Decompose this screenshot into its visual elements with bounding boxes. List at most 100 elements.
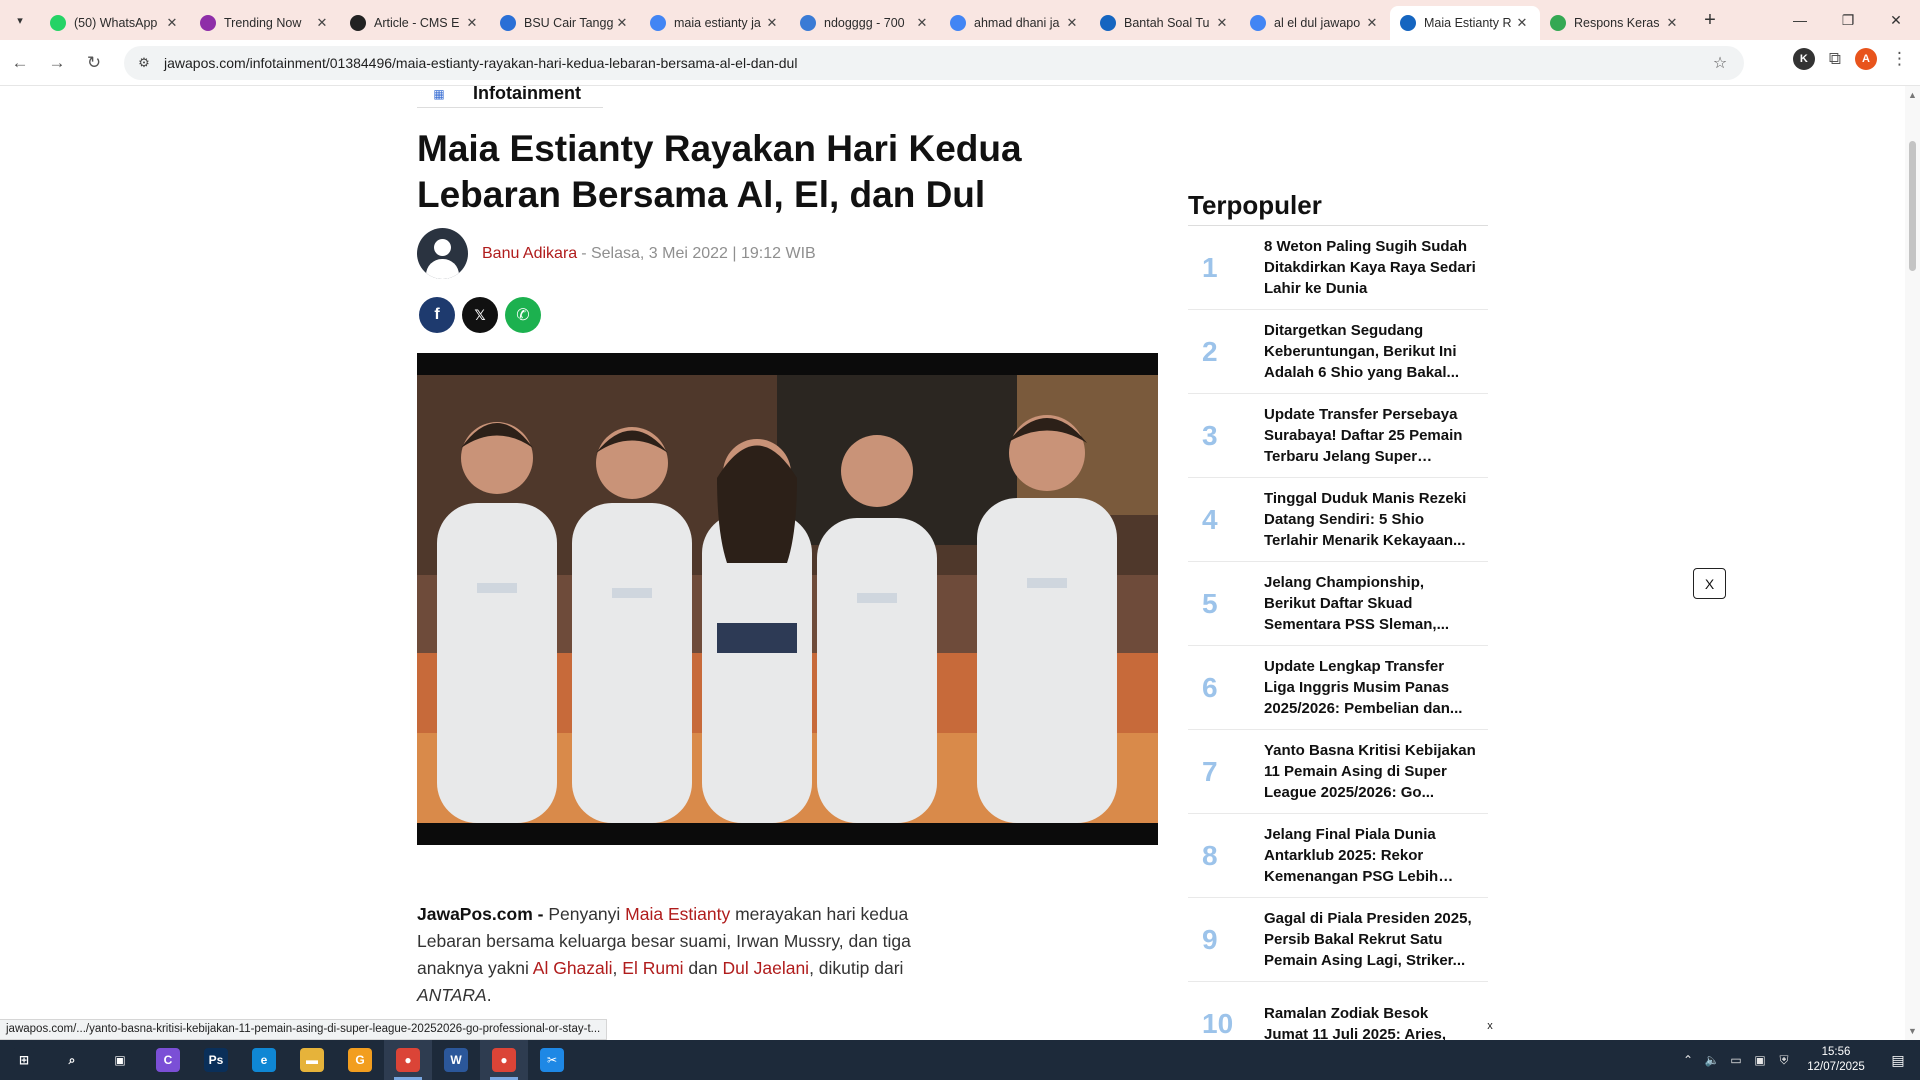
chrome-app[interactable]: ● <box>384 1040 432 1080</box>
tab-close-icon[interactable]: ✕ <box>164 15 180 31</box>
popular-item[interactable]: 10 Ramalan Zodiak Besok Jumat 11 Juli 202… <box>1188 982 1488 1041</box>
new-tab-button[interactable]: + <box>1696 6 1724 34</box>
popular-item[interactable]: 4 Tinggal Duduk Manis Rezeki Datang Sendi… <box>1188 478 1488 562</box>
photoshop-app[interactable]: Ps <box>192 1040 240 1080</box>
share-x-button[interactable]: 𝕏 <box>462 297 498 333</box>
popular-item[interactable]: 9 Gagal di Piala Presiden 2025, Persib Ba… <box>1188 898 1488 982</box>
forward-button[interactable]: → <box>40 46 74 80</box>
copilot-app[interactable]: C <box>144 1040 192 1080</box>
link-al-ghazali[interactable]: Al Ghazali <box>533 958 613 978</box>
popular-item[interactable]: 5 Jelang Championship, Berikut Daftar Sku… <box>1188 562 1488 646</box>
tab-close-icon[interactable]: ✕ <box>914 15 930 31</box>
family-photo-illustration <box>417 353 1158 845</box>
popular-title[interactable]: Update Lengkap Transfer Liga Inggris Mus… <box>1264 656 1488 719</box>
menu-kebab-icon[interactable]: ⋮ <box>1891 49 1908 69</box>
browser-tab[interactable]: maia estianty ja ✕ <box>640 6 790 40</box>
link-el-rumi[interactable]: El Rumi <box>622 958 683 978</box>
back-button[interactable]: ← <box>3 46 37 80</box>
tab-close-icon[interactable]: ✕ <box>314 15 330 31</box>
tab-close-icon[interactable]: ✕ <box>1364 15 1380 31</box>
popular-title[interactable]: Jelang Final Piala Dunia Antarklub 2025:… <box>1264 824 1488 887</box>
popular-title[interactable]: Jelang Championship, Berikut Daftar Skua… <box>1264 572 1488 635</box>
browser-tab[interactable]: BSU Cair Tangg ✕ <box>490 6 640 40</box>
browser-tab[interactable]: Article - CMS E ✕ <box>340 6 490 40</box>
notification-icon[interactable]: ▤ <box>1876 1040 1920 1080</box>
page-scrollbar[interactable]: ▲ ▼ <box>1905 86 1920 1040</box>
network-icon[interactable]: ▭ <box>1724 1040 1748 1080</box>
tab-close-icon[interactable]: ✕ <box>1514 15 1530 31</box>
taskbar-clock[interactable]: 15:56 12/07/2025 <box>1796 1045 1876 1075</box>
word-app[interactable]: W <box>432 1040 480 1080</box>
category-chip[interactable]: ▦ Infotainment <box>417 86 603 108</box>
ad-close-small-button[interactable]: x <box>1482 1018 1498 1034</box>
tab-title: Bantah Soal Tu <box>1124 16 1210 30</box>
task-view[interactable]: ▣ <box>96 1040 144 1080</box>
popular-title[interactable]: Update Transfer Persebaya Surabaya! Daft… <box>1264 404 1488 467</box>
tab-close-icon[interactable]: ✕ <box>614 15 630 31</box>
author-name[interactable]: Banu Adikara <box>482 245 577 263</box>
tab-close-icon[interactable]: ✕ <box>1064 15 1080 31</box>
url-text[interactable]: jawapos.com/infotainment/01384496/maia-e… <box>164 55 1706 71</box>
browser-tab[interactable]: Trending Now ✕ <box>190 6 340 40</box>
tab-close-icon[interactable]: ✕ <box>1214 15 1230 31</box>
file-explorer-app[interactable]: ▬ <box>288 1040 336 1080</box>
snipping-app[interactable]: ✂ <box>528 1040 576 1080</box>
browser-tab[interactable]: Bantah Soal Tu ✕ <box>1090 6 1240 40</box>
source-antara: ANTARA <box>417 985 487 1005</box>
browser-tab[interactable]: ahmad dhani ja ✕ <box>940 6 1090 40</box>
tab-close-icon[interactable]: ✕ <box>764 15 780 31</box>
share-facebook-button[interactable]: f <box>419 297 455 333</box>
edge-app[interactable]: e <box>240 1040 288 1080</box>
popular-title[interactable]: 8 Weton Paling Sugih Sudah Ditakdirkan K… <box>1264 236 1488 299</box>
minimize-button[interactable]: — <box>1776 0 1824 40</box>
browser-tab[interactable]: (50) WhatsApp ✕ <box>40 6 190 40</box>
bookmark-star-icon[interactable]: ☆ <box>1706 53 1734 73</box>
profile-avatar[interactable]: A <box>1855 48 1877 70</box>
browser-tab[interactable]: al el dul jawapo ✕ <box>1240 6 1390 40</box>
popular-rank: 2 <box>1202 335 1218 367</box>
popular-title[interactable]: Tinggal Duduk Manis Rezeki Datang Sendir… <box>1264 488 1488 551</box>
share-whatsapp-button[interactable]: ✆ <box>505 297 541 333</box>
scrollbar-thumb[interactable] <box>1909 141 1916 271</box>
photoshop-app-icon: Ps <box>204 1048 228 1072</box>
restore-button[interactable]: ❐ <box>1824 0 1872 40</box>
ad-close-button[interactable]: X <box>1693 568 1726 599</box>
popular-title[interactable]: Ditargetkan Segudang Keberuntungan, Beri… <box>1264 320 1488 383</box>
popular-item[interactable]: 2 Ditargetkan Segudang Keberuntungan, Ber… <box>1188 310 1488 394</box>
chrome-app-2[interactable]: ● <box>480 1040 528 1080</box>
volume-icon[interactable]: 🔈 <box>1700 1040 1724 1080</box>
slides-app[interactable]: G <box>336 1040 384 1080</box>
scroll-up-icon[interactable]: ▲ <box>1908 90 1917 100</box>
popular-item[interactable]: 7 Yanto Basna Kritisi Kebijakan 11 Pemain… <box>1188 730 1488 814</box>
start-button[interactable]: ⊞ <box>0 1040 48 1080</box>
browser-tab[interactable]: Maia Estianty R ✕ <box>1390 6 1540 40</box>
extension-k-icon[interactable]: K <box>1792 48 1815 70</box>
link-maia-estianty[interactable]: Maia Estianty <box>625 904 730 924</box>
tab-search-button[interactable]: ▾ <box>8 8 32 32</box>
reload-button[interactable]: ↻ <box>77 46 111 80</box>
extensions-puzzle-icon[interactable]: ⧉ <box>1829 49 1841 69</box>
google-icon <box>950 15 966 31</box>
popular-item[interactable]: 6 Update Lengkap Transfer Liga Inggris Mu… <box>1188 646 1488 730</box>
close-window-button[interactable]: ✕ <box>1872 0 1920 40</box>
popular-item[interactable]: 1 8 Weton Paling Sugih Sudah Ditakdirkan … <box>1188 226 1488 310</box>
security-shield-icon[interactable]: ⛨ <box>1772 1040 1796 1080</box>
tab-title: Trending Now <box>224 16 302 30</box>
tab-close-icon[interactable]: ✕ <box>1664 15 1680 31</box>
popular-title[interactable]: Gagal di Piala Presiden 2025, Persib Bak… <box>1264 908 1488 971</box>
browser-tab[interactable]: ndogggg - 700 ✕ <box>790 6 940 40</box>
tray-chevron-icon[interactable]: ⌃ <box>1676 1040 1700 1080</box>
display-icon[interactable]: ▣ <box>1748 1040 1772 1080</box>
popular-item[interactable]: 8 Jelang Final Piala Dunia Antarklub 2025… <box>1188 814 1488 898</box>
search-taskbar[interactable]: ⌕ <box>48 1040 96 1080</box>
site-info-icon[interactable]: ⚙ <box>134 55 154 71</box>
popular-title[interactable]: Yanto Basna Kritisi Kebijakan 11 Pemain … <box>1264 740 1488 803</box>
browser-tab[interactable]: Respons Keras ✕ <box>1540 6 1690 40</box>
address-bar[interactable]: ⚙ jawapos.com/infotainment/01384496/maia… <box>124 46 1744 80</box>
tab-title: (50) WhatsApp <box>74 16 158 30</box>
popular-item[interactable]: 3 Update Transfer Persebaya Surabaya! Daf… <box>1188 394 1488 478</box>
link-dul-jaelani[interactable]: Dul Jaelani <box>722 958 809 978</box>
scroll-down-icon[interactable]: ▼ <box>1908 1026 1917 1036</box>
tab-close-icon[interactable]: ✕ <box>464 15 480 31</box>
popular-title[interactable]: Ramalan Zodiak Besok Jumat 11 Juli 2025:… <box>1264 1003 1488 1041</box>
